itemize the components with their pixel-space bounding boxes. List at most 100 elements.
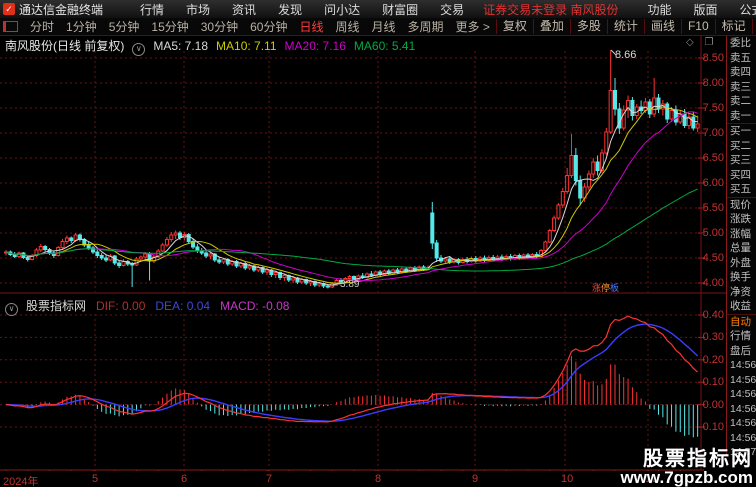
tool-button-6[interactable]: 标记 <box>714 19 752 34</box>
indicator-brand: 股票指标网 <box>26 299 87 313</box>
sidebar-row-17[interactable]: 净资 <box>727 285 756 300</box>
sidebar-row-25[interactable]: 14:56 <box>727 402 756 417</box>
macd-value: MACD: -0.08 <box>220 299 290 313</box>
macd-tick-3: 0.10 <box>702 376 724 389</box>
price-tick-3: 7.00 <box>702 127 724 139</box>
menu-5[interactable]: 财富圈 <box>382 1 418 18</box>
menu-1[interactable]: 市场 <box>186 1 210 18</box>
menu-0[interactable]: 行情 <box>140 1 164 18</box>
tool-button-1[interactable]: 叠加 <box>532 19 570 34</box>
watermark-url: www.7gpzb.com <box>620 468 753 487</box>
chart-header: 南风股份(日线 前复权) ∨ MA5: 7.18 MA10: 7.11 MA20: 7.… <box>5 37 431 56</box>
sidebar-row-18[interactable]: 收益 <box>727 299 756 314</box>
menu-3[interactable]: 发现 <box>278 1 302 18</box>
period-tab-9[interactable]: 多周期 <box>408 18 444 35</box>
sidebar-row-1[interactable]: 卖五 <box>727 51 756 66</box>
sidebar-row-13[interactable]: 涨幅 <box>727 227 756 242</box>
sidebar-row-10[interactable]: 买五 <box>727 182 756 197</box>
candlestick-macd-chart[interactable] <box>0 35 756 471</box>
sidebar-row-14[interactable]: 总量 <box>727 241 756 256</box>
sidebar-row-12[interactable]: 涨跌 <box>727 212 756 227</box>
sidebar-row-7[interactable]: 买二 <box>727 139 756 154</box>
trade-login-status[interactable]: 证券交易未登录 南风股份 <box>483 1 618 18</box>
period-tab-5[interactable]: 60分钟 <box>250 18 287 35</box>
low-price-annotation: ←3.89 <box>330 279 360 290</box>
collapse-toggle-icon[interactable]: ∨ <box>132 43 146 56</box>
period-tab-3[interactable]: 15分钟 <box>151 18 188 35</box>
menu-4[interactable]: 问小达 <box>324 1 360 18</box>
dif-value: DIF: 0.00 <box>96 299 146 313</box>
period-tab-2[interactable]: 5分钟 <box>109 18 140 35</box>
sidebar-row-22[interactable]: 14:56 <box>727 358 756 373</box>
menu-6[interactable]: 交易 <box>440 1 464 18</box>
sidebar-row-9[interactable]: 买四 <box>727 168 756 183</box>
right-menu-2[interactable]: 公式 <box>740 1 756 18</box>
tool-button-0[interactable]: 复权 <box>495 19 533 34</box>
date-tick-3: 7 <box>266 473 273 485</box>
period-tab-8[interactable]: 月线 <box>372 18 396 35</box>
period-tab-0[interactable]: 分时 <box>30 18 54 35</box>
sidebar-row-24[interactable]: 14:56 <box>727 387 756 402</box>
period-tabs: 分时 1分钟 5分钟 15分钟 30分钟 60分钟 日线 周线 月线 多周期 更多 > <box>24 18 496 35</box>
period-tab-4[interactable]: 30分钟 <box>201 18 238 35</box>
macd-collapse-icon[interactable]: ∨ <box>5 303 18 316</box>
tool-button-2[interactable]: 多股 <box>569 19 607 34</box>
sidebar-row-11[interactable]: 现价 <box>727 196 756 213</box>
tool-button-7[interactable]: +自选 <box>751 19 756 34</box>
date-tick-6: 10 <box>561 473 574 485</box>
tag-char: 停 <box>601 283 611 293</box>
quote-sidebar[interactable]: 委比 卖五 卖四 卖三 卖二 卖一 买一 买二 买三 买四 买五 现价 涨跌 涨幅 总量 外盘 换手 净资 收益 自动… <box>726 36 756 458</box>
toolbar-right-buttons: 复权叠加多股统计画线F10标记+自选返回 <box>495 18 756 35</box>
macd-tick-4: 0.00 <box>702 398 724 411</box>
macd-tick-1: 0.30 <box>702 331 724 344</box>
layout-icon[interactable] <box>3 21 18 32</box>
date-tick-1: 5 <box>92 473 99 485</box>
ma-readout-2: MA20: 7.16 <box>284 39 346 53</box>
ma-readout-0: MA5: 7.18 <box>153 39 209 53</box>
macd-tick-2: 0.20 <box>702 353 724 366</box>
sidebar-row-27[interactable]: 14:56 <box>727 431 756 446</box>
tag-char: 板 <box>610 283 620 293</box>
price-tick-1: 8.00 <box>702 77 724 89</box>
menu-2[interactable]: 资讯 <box>232 1 256 18</box>
sidebar-row-3[interactable]: 卖三 <box>727 80 756 95</box>
period-tab-7[interactable]: 周线 <box>335 18 359 35</box>
sidebar-row-21[interactable]: 盘后 <box>727 344 756 359</box>
tool-button-4[interactable]: 画线 <box>643 19 681 34</box>
right-menu-1[interactable]: 版面 <box>693 1 717 18</box>
price-tick-7: 5.00 <box>702 227 724 239</box>
chart-corner-icons[interactable]: ◇ ❐ <box>686 37 717 48</box>
period-tab-6[interactable]: 日线 <box>299 18 323 35</box>
sidebar-row-16[interactable]: 换手 <box>727 270 756 285</box>
price-tick-4: 6.50 <box>702 152 724 164</box>
right-menu-0[interactable]: 功能 <box>647 1 671 18</box>
sidebar-row-15[interactable]: 外盘 <box>727 256 756 271</box>
sidebar-row-0[interactable]: 委比 <box>727 36 756 51</box>
sidebar-row-8[interactable]: 买三 <box>727 153 756 168</box>
title-bar: ✓ 通达信金融终端 行情 市场 资讯 发现 问小达 财富圈 交易 证券交易未登录 南风股份 … <box>0 0 756 18</box>
tool-button-3[interactable]: 统计 <box>606 19 644 34</box>
sidebar-row-20[interactable]: 行情 <box>727 329 756 344</box>
sidebar-row-2[interactable]: 卖四 <box>727 65 756 80</box>
indicator-tag: 涨停板 <box>592 281 619 294</box>
period-tab-10[interactable]: 更多 > <box>456 18 490 35</box>
macd-tick-5: -0.10 <box>698 421 724 433</box>
sidebar-row-23[interactable]: 14:56 <box>727 373 756 388</box>
price-tick-0: 8.50 <box>702 52 724 64</box>
app-logo-icon: ✓ <box>3 3 15 15</box>
date-tick-0: 2024年 <box>3 476 39 487</box>
price-tick-2: 7.50 <box>702 102 724 114</box>
ma-values: MA5: 7.18 MA10: 7.11 MA20: 7.16 MA60: 5.41 <box>153 39 423 53</box>
price-tick-9: 4.00 <box>702 277 724 289</box>
sidebar-row-6[interactable]: 买一 <box>727 123 756 139</box>
sidebar-row-26[interactable]: 14:56 <box>727 416 756 431</box>
tool-button-5[interactable]: F10 <box>680 19 715 34</box>
sidebar-row-4[interactable]: 卖二 <box>727 94 756 109</box>
period-tab-1[interactable]: 1分钟 <box>66 18 97 35</box>
sidebar-row-5[interactable]: 卖一 <box>727 109 756 124</box>
date-tick-4: 8 <box>375 473 382 485</box>
sidebar-row-19[interactable]: 自动 <box>727 313 756 330</box>
ma-readout-3: MA60: 5.41 <box>353 39 416 53</box>
symbol-title: 南风股份(日线 前复权) <box>5 39 125 53</box>
watermark: 股票指标网 www.7gpzb.com <box>620 449 753 486</box>
